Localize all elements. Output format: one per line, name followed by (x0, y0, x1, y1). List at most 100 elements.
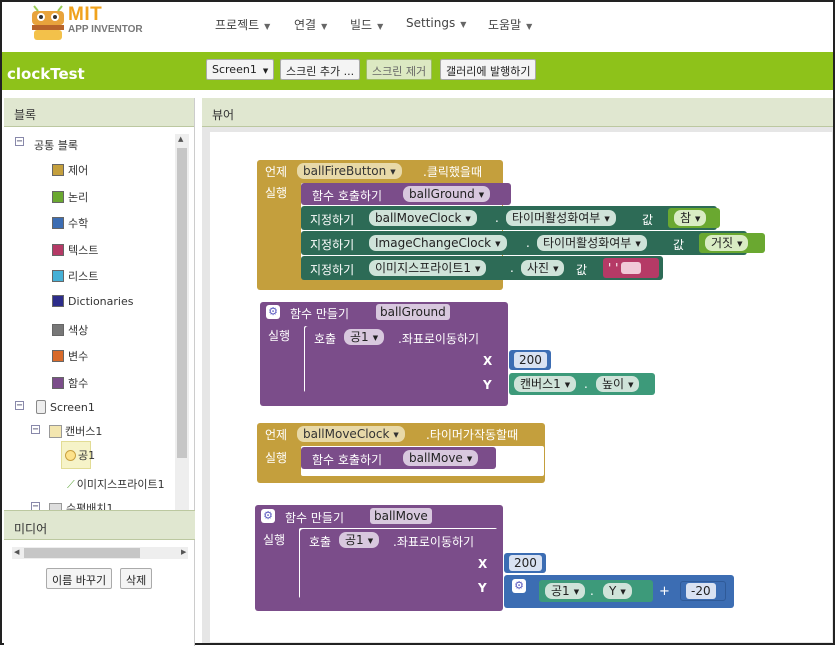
caret-down-icon: ▼ (321, 22, 328, 31)
scroll-left-icon[interactable]: ◀ (14, 548, 19, 556)
when-label: 언제 (265, 165, 288, 179)
remove-screen-button[interactable]: 스크린 제거 (366, 59, 433, 80)
gear-icon[interactable]: ⚙ (512, 579, 526, 593)
logic-color-icon (52, 191, 64, 203)
collapse-icon[interactable]: − (31, 425, 40, 435)
tree-imagesprite1[interactable]: ⟋ 이미지스프라이트1 (67, 476, 165, 492)
call-label: 호출 (314, 332, 337, 346)
empty-string-field[interactable] (621, 262, 641, 274)
set-property-dropdown[interactable]: 타이머활성화여부 ▼ (506, 210, 616, 226)
set-label: 지정하기 (310, 263, 355, 277)
set-component-dropdown[interactable]: ImageChangeClock ▼ (369, 235, 507, 251)
logo-app-inventor-text: APP INVENTOR (68, 24, 143, 35)
caret-down-icon: ▼ (465, 215, 471, 223)
getter-component-dropdown[interactable]: 캔버스1 ▼ (514, 376, 577, 392)
blocks-viewer[interactable]: 언제 ballFireButton ▼ .클릭했을때 실행 함수 호출하기 bal… (202, 127, 833, 643)
menu-build[interactable]: 빌드 ▼ (350, 16, 383, 33)
component-dropdown[interactable]: 공1 ▼ (344, 329, 385, 345)
scroll-right-icon[interactable]: ▶ (181, 548, 186, 556)
gear-icon[interactable]: ⚙ (266, 305, 280, 319)
category-math[interactable]: 수학 (52, 215, 88, 231)
value-label: 값 (673, 238, 685, 252)
sprite-icon: ⟋ (67, 478, 75, 491)
caret-down-icon: ▼ (553, 265, 559, 273)
define-label: 함수 만들기 (290, 307, 350, 321)
category-variables[interactable]: 변수 (52, 348, 88, 364)
category-text[interactable]: 텍스트 (52, 242, 98, 258)
set-label: 지정하기 (310, 213, 355, 227)
caret-down-icon: ▼ (620, 588, 626, 596)
collapse-icon[interactable]: − (15, 401, 24, 411)
component-dropdown[interactable]: ballMoveClock ▼ (297, 426, 405, 442)
getter-property-dropdown[interactable]: Y ▼ (603, 583, 632, 599)
true-dropdown[interactable]: 참 ▼ (674, 210, 707, 226)
tree-screen1[interactable]: Screen1 (36, 400, 95, 414)
category-dictionaries[interactable]: Dictionaries (52, 295, 133, 308)
caret-down-icon: ▼ (635, 240, 641, 248)
tree-horizontal-scroll-thumb[interactable] (24, 548, 140, 558)
caret-down-icon: ▼ (474, 265, 481, 273)
category-procedures[interactable]: 함수 (52, 375, 88, 391)
text-color-icon (52, 244, 64, 256)
y-label: Y (478, 581, 487, 595)
screen-select[interactable]: Screen1 ▼ (206, 59, 275, 80)
set-property-dropdown[interactable]: 타이머활성화여부 ▼ (537, 235, 647, 251)
tree-builtin-blocks[interactable]: 공통 블록 (34, 137, 78, 153)
media-panel-title[interactable]: 미디어 (4, 510, 195, 540)
y-label: Y (483, 378, 492, 392)
procedure-name-dropdown[interactable]: ballGround ▼ (403, 186, 491, 202)
top-bar: MIT APP INVENTOR 프로젝트 ▼ 연결 ▼ 빌드 ▼ Settings ▼… (2, 2, 833, 52)
menu-settings[interactable]: Settings ▼ (406, 16, 466, 30)
tree-ball1[interactable]: 공1 (65, 447, 95, 463)
procedure-name-field[interactable]: ballMove (370, 508, 432, 524)
viewer-title: 뷰어 (202, 98, 833, 127)
set-property-dropdown[interactable]: 사진 ▼ (521, 260, 565, 276)
getter-component-dropdown[interactable]: 공1 ▼ (545, 583, 586, 599)
plus-operator: + (659, 584, 670, 599)
add-screen-button[interactable]: 스크린 추가 ... (280, 59, 361, 80)
define-label: 함수 만들기 (285, 511, 345, 525)
publish-gallery-button[interactable]: 갤러리에 발행하기 (440, 59, 537, 80)
caret-down-icon: ▼ (264, 22, 271, 31)
procedure-name-field[interactable]: ballGround (376, 304, 450, 320)
control-color-icon (52, 164, 64, 176)
x-value[interactable]: 200 (509, 555, 542, 571)
menu-connect[interactable]: 연결 ▼ (294, 16, 327, 33)
x-value[interactable]: 200 (514, 352, 547, 368)
rename-button[interactable]: 이름 바꾸기 (46, 568, 113, 589)
menu-help[interactable]: 도움말 ▼ (488, 16, 532, 33)
scroll-up-icon[interactable]: ▲ (178, 135, 183, 143)
blocks-workspace[interactable]: 언제 ballFireButton ▼ .클릭했을때 실행 함수 호출하기 bal… (210, 132, 832, 642)
call-label: 호출 (309, 535, 332, 549)
category-control[interactable]: 제어 (52, 162, 88, 178)
set-label: 지정하기 (310, 238, 355, 252)
menu-project[interactable]: 프로젝트 ▼ (215, 16, 270, 33)
getter-property-dropdown[interactable]: 높이 ▼ (596, 376, 640, 392)
set-component-dropdown[interactable]: 이미지스프라이트1 ▼ (369, 260, 487, 276)
gear-icon[interactable]: ⚙ (261, 509, 275, 523)
delete-button[interactable]: 삭제 (120, 568, 153, 589)
tree-vertical-scroll-thumb[interactable] (177, 148, 187, 458)
collapse-icon[interactable]: − (15, 137, 24, 147)
tree-canvas1[interactable]: 캔버스1 (49, 423, 102, 439)
logo-mit-text: MIT (68, 4, 103, 25)
caret-down-icon: ▼ (262, 67, 269, 75)
caret-down-icon: ▼ (460, 20, 467, 29)
offset-value[interactable]: -20 (686, 583, 716, 599)
do-label: 실행 (268, 329, 291, 343)
value-label: 값 (576, 263, 588, 277)
screen-icon (36, 400, 46, 414)
category-lists[interactable]: 리스트 (52, 268, 98, 284)
category-logic[interactable]: 논리 (52, 189, 88, 205)
component-dropdown[interactable]: 공1 ▼ (339, 532, 380, 548)
category-colors[interactable]: 색상 (52, 322, 88, 338)
set-component-dropdown[interactable]: ballMoveClock ▼ (369, 210, 477, 226)
caret-down-icon: ▼ (495, 240, 501, 248)
lists-color-icon (52, 270, 64, 282)
method-name: .좌표로이동하기 (393, 535, 475, 549)
false-dropdown[interactable]: 거짓 ▼ (705, 235, 749, 251)
caret-down-icon: ▼ (604, 215, 610, 223)
dictionaries-color-icon (52, 295, 64, 307)
procedure-name-dropdown[interactable]: ballMove ▼ (403, 450, 479, 466)
component-dropdown[interactable]: ballFireButton ▼ (297, 163, 402, 179)
